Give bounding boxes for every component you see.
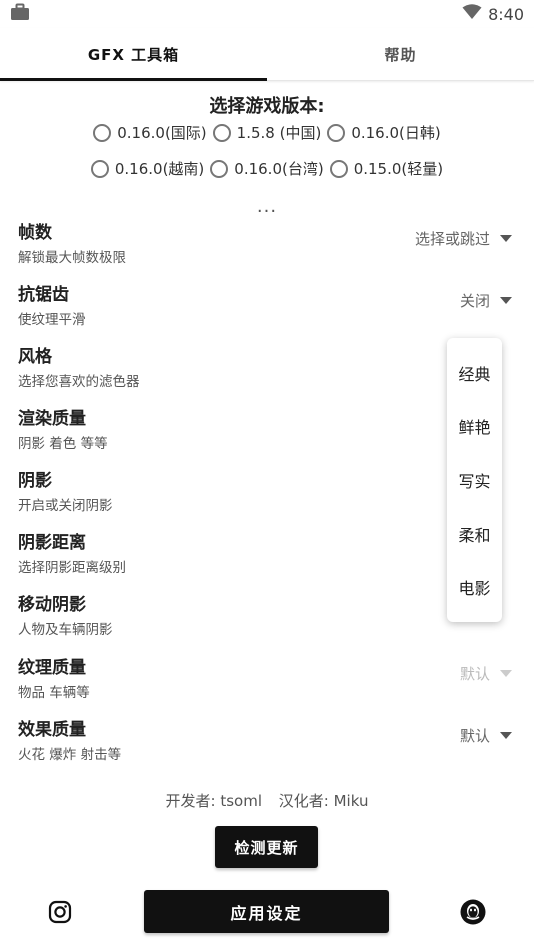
radio-label: 0.15.0(轻量) xyxy=(353,160,444,178)
setting-title: 效果质量 xyxy=(18,720,86,740)
credits: 开发者: tsoml 汉化者: Miku xyxy=(0,790,534,811)
setting-desc: 阴影 着色 等等 xyxy=(18,436,108,452)
style-option-cinematic[interactable]: 电影 xyxy=(458,575,490,599)
setting-effect-quality[interactable]: 效果质量 火花 爆炸 射击等 默认 xyxy=(18,715,516,765)
setting-desc: 火花 爆炸 射击等 xyxy=(18,747,122,763)
version-radio-lite[interactable]: 0.15.0(轻量) xyxy=(329,158,444,179)
style-dropdown-menu: 经典 鲜艳 写实 柔和 电影 xyxy=(447,338,502,622)
setting-desc: 解锁最大帧数极限 xyxy=(18,250,126,266)
setting-desc: 使纹理平滑 xyxy=(18,312,86,328)
setting-fps[interactable]: 帧数 解锁最大帧数极限 选择或跳过 xyxy=(18,218,516,268)
version-radio-taiwan[interactable]: 0.16.0(台湾) xyxy=(210,158,324,179)
radio-circle[interactable] xyxy=(212,123,231,142)
radio-label: 0.16.0(越南) xyxy=(114,160,205,178)
status-bar: 8:40 xyxy=(0,0,534,28)
setting-title: 纹理质量 xyxy=(18,658,86,678)
version-radio-global[interactable]: 0.16.0(国际) xyxy=(93,122,207,143)
chevron-down-icon xyxy=(500,297,512,304)
radio-circle[interactable] xyxy=(93,123,112,142)
setting-title: 阴影距离 xyxy=(18,533,86,553)
chevron-down-icon xyxy=(500,235,512,242)
setting-title: 渲染质量 xyxy=(18,409,86,429)
instagram-icon[interactable] xyxy=(48,900,72,924)
version-row-2: 0.16.0(越南) 0.16.0(台湾) 0.15.0(轻量) xyxy=(0,158,534,179)
check-update-button[interactable]: 检测更新 xyxy=(215,826,318,868)
wifi-icon xyxy=(462,4,482,24)
style-option-realistic[interactable]: 写实 xyxy=(458,468,490,492)
setting-texture-quality[interactable]: 纹理质量 物品 车辆等 默认 xyxy=(18,653,516,703)
translator-credit: 汉化者: Miku xyxy=(278,792,369,810)
dropdown-value: 选择或跳过 xyxy=(414,230,490,248)
setting-render-quality[interactable]: 渲染质量 阴影 着色 等等 xyxy=(18,404,516,454)
chevron-down-icon xyxy=(500,732,512,739)
setting-moving-shadow[interactable]: 移动阴影 人物及车辆阴影 xyxy=(18,590,516,640)
qq-icon[interactable] xyxy=(460,899,486,925)
version-title: 选择游戏版本: xyxy=(209,96,325,117)
radio-circle[interactable] xyxy=(329,159,348,178)
setting-dropdown[interactable]: 默认 xyxy=(460,725,512,746)
setting-shadow-distance[interactable]: 阴影距离 选择阴影距离级别 xyxy=(18,528,516,578)
tab-bar: GFX 工具箱 帮助 xyxy=(0,28,534,81)
tab-gfx-toolbox[interactable]: GFX 工具箱 xyxy=(0,28,267,81)
chevron-down-icon xyxy=(500,670,512,677)
style-option-soft[interactable]: 柔和 xyxy=(458,522,490,546)
radio-circle[interactable] xyxy=(210,159,229,178)
clock: 8:40 xyxy=(488,4,524,24)
setting-desc: 选择您喜欢的滤色器 xyxy=(18,374,140,390)
setting-shadow[interactable]: 阴影 开启或关闭阴影 xyxy=(18,466,516,516)
setting-title: 阴影 xyxy=(18,471,52,491)
setting-dropdown[interactable]: 默认 xyxy=(460,663,512,684)
version-radio-jpkr[interactable]: 0.16.0(日韩) xyxy=(327,122,441,143)
setting-desc: 物品 车辆等 xyxy=(18,685,90,701)
setting-desc: 选择阴影距离级别 xyxy=(18,560,126,576)
version-row-1: 0.16.0(国际) 1.5.8 (中国) 0.16.0(日韩) xyxy=(0,122,534,143)
briefcase-icon xyxy=(10,3,30,25)
radio-label: 1.5.8 (中国) xyxy=(236,124,322,142)
setting-title: 移动阴影 xyxy=(18,595,86,615)
apply-settings-button[interactable]: 应用设定 xyxy=(144,890,389,933)
setting-dropdown[interactable]: 关闭 xyxy=(460,290,512,311)
more-options[interactable]: ... xyxy=(0,196,534,217)
style-option-classic[interactable]: 经典 xyxy=(458,361,490,385)
radio-label: 0.16.0(日韩) xyxy=(351,124,441,142)
setting-antialiasing[interactable]: 抗锯齿 使纹理平滑 关闭 xyxy=(18,280,516,330)
setting-style[interactable]: 风格 选择您喜欢的滤色器 xyxy=(18,342,516,392)
dropdown-value: 默认 xyxy=(459,665,490,683)
radio-label: 0.16.0(国际) xyxy=(117,124,207,142)
setting-title: 抗锯齿 xyxy=(18,285,69,305)
setting-desc: 人物及车辆阴影 xyxy=(18,622,113,638)
setting-title: 风格 xyxy=(18,347,52,367)
radio-label: 0.16.0(台湾) xyxy=(234,160,324,178)
dropdown-value: 默认 xyxy=(459,727,490,745)
radio-circle[interactable] xyxy=(90,159,109,178)
setting-dropdown[interactable]: 选择或跳过 xyxy=(415,228,512,249)
version-radio-china[interactable]: 1.5.8 (中国) xyxy=(212,122,322,143)
tab-help[interactable]: 帮助 xyxy=(267,28,534,80)
setting-desc: 开启或关闭阴影 xyxy=(18,498,113,514)
style-option-vivid[interactable]: 鲜艳 xyxy=(458,414,490,438)
dropdown-value: 关闭 xyxy=(459,292,490,310)
radio-circle[interactable] xyxy=(327,123,346,142)
developer-credit: 开发者: tsoml xyxy=(165,792,263,810)
version-radio-vietnam[interactable]: 0.16.0(越南) xyxy=(90,158,205,179)
